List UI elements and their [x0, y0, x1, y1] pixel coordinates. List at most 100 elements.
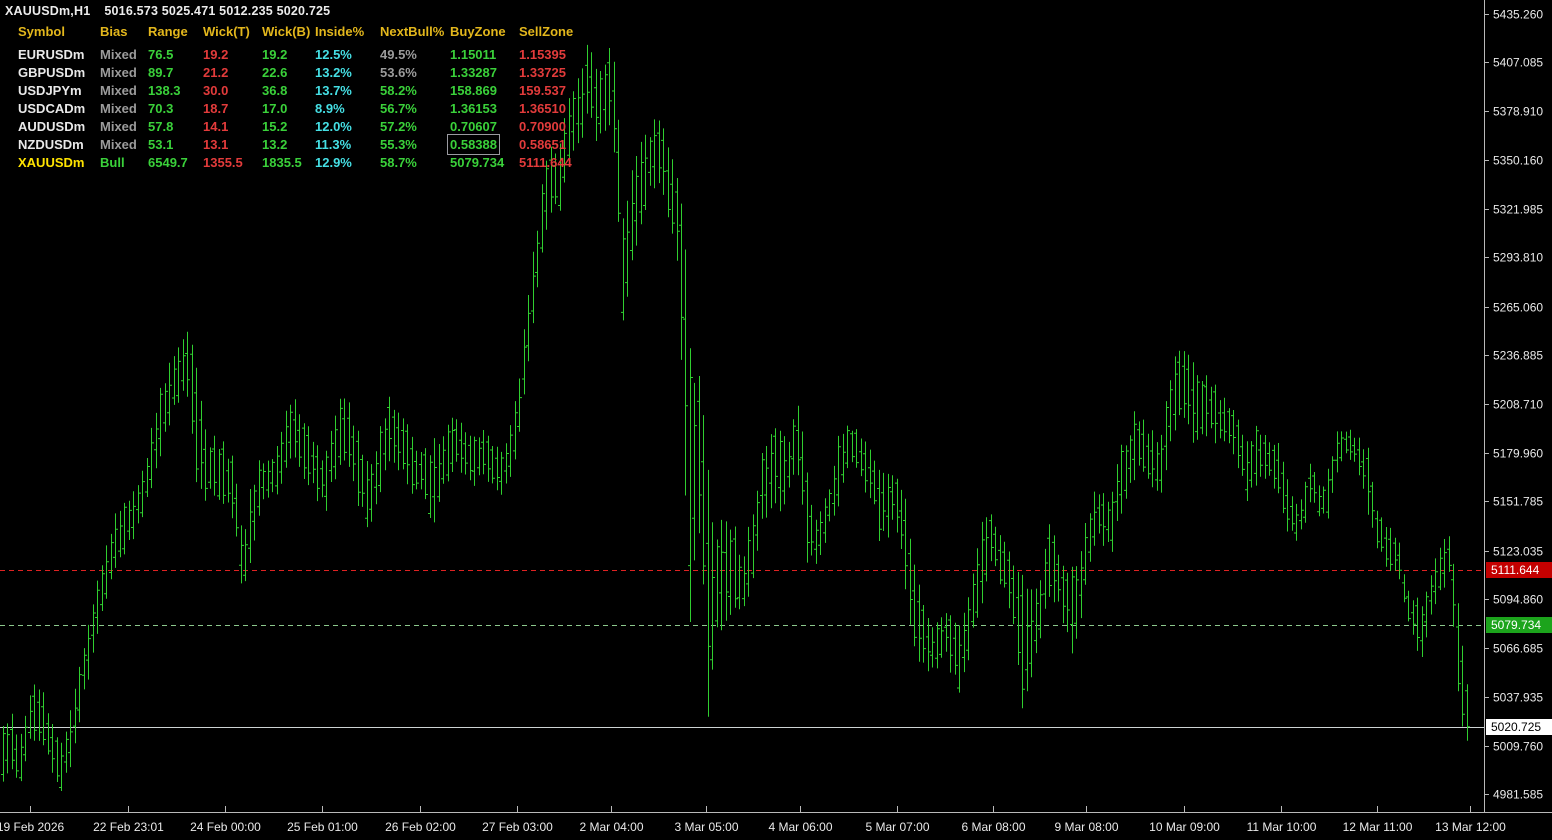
panel-cell-sell_zone-XAUUSDm: 5111.644: [519, 155, 572, 170]
panel-cell-range-GBPUSDm: 89.7: [148, 65, 173, 80]
time-axis-label: 26 Feb 02:00: [385, 820, 456, 834]
panel-cell-sell_zone-USDCADm: 1.36510: [519, 101, 566, 116]
time-axis-label: 6 Mar 08:00: [961, 820, 1025, 834]
panel-cell-symbol-USDJPYm: USDJPYm: [18, 83, 82, 98]
panel-cell-range-AUDUSDm: 57.8: [148, 119, 173, 134]
panel-cell-range-USDCADm: 70.3: [148, 101, 173, 116]
panel-cell-bias-GBPUSDm: Mixed: [100, 65, 137, 80]
panel-cell-buy_zone-USDCADm: 1.36153: [450, 101, 497, 116]
panel-cell-symbol-XAUUSDm: XAUUSDm: [18, 155, 84, 170]
panel-header-inside: Inside%: [315, 24, 364, 39]
price-axis[interactable]: 5435.2605407.0855378.9105350.1605321.985…: [1484, 8, 1543, 802]
price-axis-label: 5037.935: [1493, 691, 1543, 705]
panel-cell-bias-AUDUSDm: Mixed: [100, 119, 137, 134]
panel-cell-wick_b-USDJPYm: 36.8: [262, 83, 287, 98]
time-axis-label: 11 Mar 10:00: [1247, 820, 1317, 834]
panel-header-next_bull: NextBull%: [380, 24, 444, 39]
price-chart-surface[interactable]: 5435.2605407.0855378.9105350.1605321.985…: [0, 0, 1552, 840]
panel-cell-sell_zone-AUDUSDm: 0.70900: [519, 119, 566, 134]
panel-header-range: Range: [148, 24, 188, 39]
panel-cell-wick_t-USDJPYm: 30.0: [203, 83, 228, 98]
panel-cell-buy_zone-GBPUSDm: 1.33287: [450, 65, 497, 80]
chart-title: XAUUSDm,H1 5016.573 5025.471 5012.235 502…: [5, 4, 330, 18]
panel-header-bias: Bias: [100, 24, 127, 39]
price-axis-label: 5350.160: [1493, 154, 1543, 168]
panel-cell-wick_t-EURUSDm: 19.2: [203, 47, 228, 62]
panel-cell-inside-USDJPYm: 13.7%: [315, 83, 352, 98]
price-axis-label: 5151.785: [1493, 495, 1543, 509]
time-axis-label: 3 Mar 05:00: [674, 820, 738, 834]
price-axis-label: 5009.760: [1493, 740, 1543, 754]
panel-cell-sell_zone-USDJPYm: 159.537: [519, 83, 566, 98]
panel-cell-inside-NZDUSDm: 11.3%: [315, 137, 351, 152]
panel-cell-wick_b-AUDUSDm: 15.2: [262, 119, 287, 134]
price-badge-label-sell-zone: 5111.644: [1491, 563, 1540, 577]
chart-ohlc-quotes: 5016.573 5025.471 5012.235 5020.725: [104, 4, 330, 18]
panel-cell-wick_t-GBPUSDm: 21.2: [203, 65, 228, 80]
time-axis-label: 2 Mar 04:00: [579, 820, 643, 834]
time-axis-label: 10 Mar 09:00: [1149, 820, 1220, 834]
panel-cell-wick_b-EURUSDm: 19.2: [262, 47, 287, 62]
panel-cell-next_bull-USDCADm: 56.7%: [380, 101, 417, 116]
panel-cell-next_bull-GBPUSDm: 53.6%: [380, 65, 417, 80]
panel-cell-sell_zone-EURUSDm: 1.15395: [519, 47, 566, 62]
panel-header-wick_t: Wick(T): [203, 24, 250, 39]
time-axis-label: 13 Mar 12:00: [1435, 820, 1506, 834]
panel-header-buy_zone: BuyZone: [450, 24, 506, 39]
panel-cell-range-EURUSDm: 76.5: [148, 47, 173, 62]
time-axis-label: 24 Feb 00:00: [190, 820, 261, 834]
chart-symbol-period: XAUUSDm,H1: [5, 4, 90, 18]
panel-cell-symbol-AUDUSDm: AUDUSDm: [18, 119, 85, 134]
price-axis-label: 5378.910: [1493, 105, 1543, 119]
terminal-window: { "title": { "instrument": "XAUUSDm,H1",…: [0, 0, 1552, 840]
panel-cell-next_bull-AUDUSDm: 57.2%: [380, 119, 417, 134]
panel-cell-inside-USDCADm: 8.9%: [315, 101, 345, 116]
panel-cell-buy_zone-NZDUSDm: 0.58388: [450, 137, 497, 152]
price-axis-label: 5236.885: [1493, 349, 1543, 363]
price-axis-label: 5066.685: [1493, 642, 1543, 656]
panel-cell-wick_b-XAUUSDm: 1835.5: [262, 155, 302, 170]
price-axis-label: 4981.585: [1493, 788, 1543, 802]
price-axis-label: 5435.260: [1493, 8, 1543, 22]
panel-cell-bias-NZDUSDm: Mixed: [100, 137, 137, 152]
time-axis[interactable]: 19 Feb 202622 Feb 23:0124 Feb 00:0025 Fe…: [0, 806, 1506, 834]
price-axis-label: 5094.860: [1493, 593, 1543, 607]
price-axis-label: 5208.710: [1493, 398, 1543, 412]
panel-cell-range-USDJPYm: 138.3: [148, 83, 181, 98]
panel-cell-symbol-USDCADm: USDCADm: [18, 101, 85, 116]
panel-cell-sell_zone-GBPUSDm: 1.33725: [519, 65, 566, 80]
time-axis-label: 9 Mar 08:00: [1054, 820, 1118, 834]
price-axis-label: 5293.810: [1493, 251, 1543, 265]
time-axis-label: 4 Mar 06:00: [768, 820, 832, 834]
panel-cell-wick_b-NZDUSDm: 13.2: [262, 137, 287, 152]
time-axis-label: 12 Mar 11:00: [1343, 820, 1413, 834]
panel-cell-bias-EURUSDm: Mixed: [100, 47, 137, 62]
panel-cell-inside-EURUSDm: 12.5%: [315, 47, 352, 62]
price-axis-label: 5265.060: [1493, 301, 1543, 315]
price-axis-label: 5123.035: [1493, 545, 1543, 559]
panel-cell-next_bull-EURUSDm: 49.5%: [380, 47, 417, 62]
panel-cell-wick_b-GBPUSDm: 22.6: [262, 65, 287, 80]
time-axis-label: 5 Mar 07:00: [865, 820, 929, 834]
time-axis-label: 19 Feb 2026: [0, 820, 65, 834]
panel-cell-buy_zone-AUDUSDm: 0.70607: [450, 119, 497, 134]
panel-cell-bias-USDJPYm: Mixed: [100, 83, 137, 98]
panel-cell-symbol-GBPUSDm: GBPUSDm: [18, 65, 85, 80]
panel-cell-buy_zone-USDJPYm: 158.869: [450, 83, 497, 98]
time-axis-label: 27 Feb 03:00: [482, 820, 553, 834]
panel-header-sell_zone: SellZone: [519, 24, 573, 39]
panel-cell-bias-USDCADm: Mixed: [100, 101, 137, 116]
panel-cell-next_bull-NZDUSDm: 55.3%: [380, 137, 417, 152]
price-badge-label-buy-zone: 5079.734: [1491, 618, 1541, 632]
panel-cell-next_bull-XAUUSDm: 58.7%: [380, 155, 417, 170]
panel-header-wick_b: Wick(B): [262, 24, 310, 39]
panel-cell-sell_zone-NZDUSDm: 0.58651: [519, 137, 566, 152]
panel-cell-buy_zone-EURUSDm: 1.15011: [450, 47, 496, 62]
panel-cell-next_bull-USDJPYm: 58.2%: [380, 83, 417, 98]
panel-cell-inside-XAUUSDm: 12.9%: [315, 155, 352, 170]
price-badge-label-current-price: 5020.725: [1491, 720, 1541, 734]
price-axis-label: 5179.960: [1493, 447, 1543, 461]
time-axis-label: 25 Feb 01:00: [287, 820, 358, 834]
panel-cell-wick_b-USDCADm: 17.0: [262, 101, 287, 116]
panel-cell-inside-GBPUSDm: 13.2%: [315, 65, 352, 80]
